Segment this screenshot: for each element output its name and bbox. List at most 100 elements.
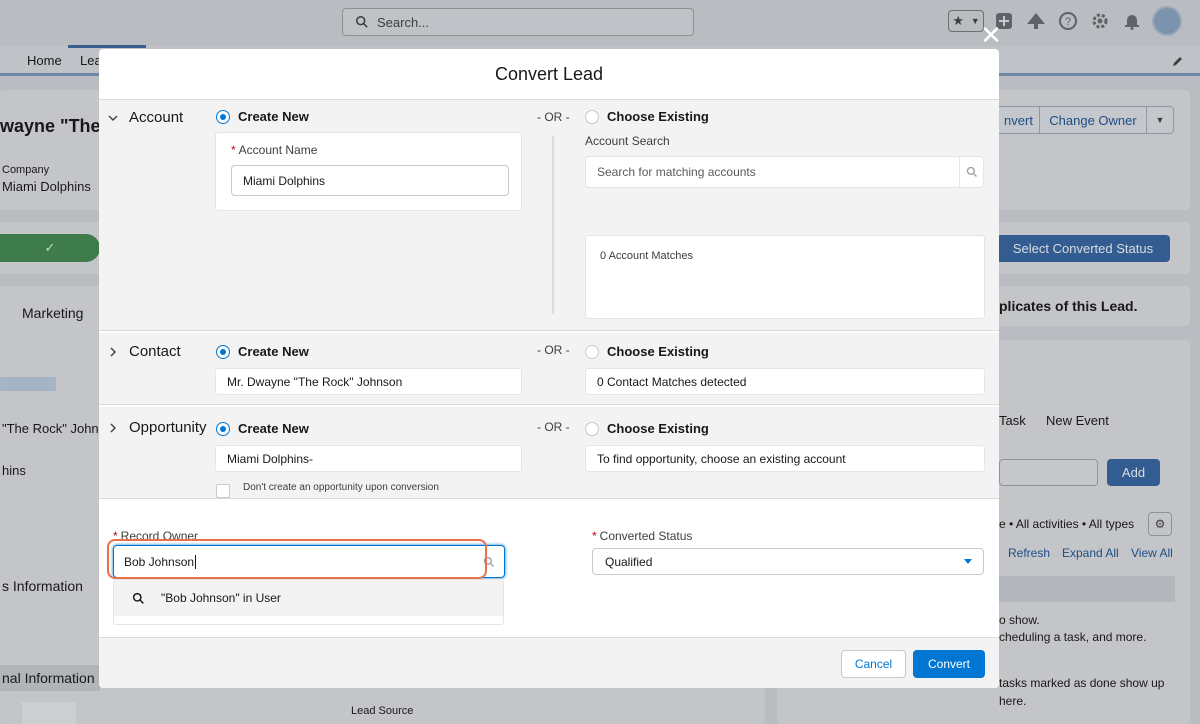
select-converted-status-label: Select Converted Status (1012, 241, 1154, 256)
contact-matches-text: 0 Contact Matches detected (597, 374, 747, 389)
account-name-input[interactable]: Miami Dolphins (231, 165, 509, 196)
global-header: Search... ★ ▼ ? (0, 0, 1200, 46)
search-icon (966, 166, 977, 177)
notifications-button[interactable] (1120, 9, 1144, 33)
activity-filter-text: e • All activities • All types (999, 517, 1135, 531)
expand-all-link[interactable]: Expand All (1062, 546, 1119, 560)
help-icon: ? (1059, 12, 1077, 30)
required-marker: * (592, 529, 597, 543)
close-icon: ✕ (980, 20, 1002, 50)
no-opportunity-checkbox[interactable] (216, 484, 230, 498)
activity-input[interactable] (999, 459, 1098, 486)
contact-create-new-radio[interactable]: Create New (216, 344, 309, 359)
star-icon: ★ (952, 13, 964, 28)
tasks-done-text: tasks marked as done show up (999, 676, 1165, 690)
required-marker: * (231, 143, 236, 157)
modal-header: Convert Lead (99, 49, 999, 100)
change-owner-button[interactable]: Change Owner (1039, 106, 1147, 134)
global-search-placeholder: Search... (377, 14, 430, 30)
new-event-tab[interactable]: New Event (1046, 413, 1109, 428)
opportunity-section-toggle[interactable]: Opportunity (107, 419, 207, 436)
radio-unselected (585, 421, 599, 436)
caret-down-icon (964, 559, 972, 564)
opportunity-create-new-radio[interactable]: Create New (216, 421, 309, 436)
global-search[interactable]: Search... (342, 8, 694, 36)
record-owner-input[interactable]: Bob Johnson (113, 545, 505, 578)
nav-item-home[interactable]: Home (27, 53, 62, 68)
bell-icon (1125, 15, 1139, 30)
gear-icon: ⚙ (1154, 517, 1166, 531)
account-create-new-radio[interactable]: Create New (216, 109, 309, 124)
cancel-button[interactable]: Cancel (841, 650, 906, 678)
account-search-input[interactable]: Search for matching accounts (585, 156, 984, 188)
opportunity-name-field[interactable]: Miami Dolphins- (215, 445, 522, 472)
add-activity-label: Add (1121, 465, 1146, 480)
add-activity-button[interactable]: Add (1107, 459, 1160, 486)
opportunity-section-label: Opportunity (129, 419, 207, 436)
filter-settings-button[interactable]: ⚙ (1148, 512, 1172, 536)
converted-status-select[interactable]: Qualified (592, 548, 984, 575)
marketing-tab[interactable]: Marketing (22, 305, 83, 321)
contact-section-toggle[interactable]: Contact (107, 343, 181, 360)
search-icon (355, 15, 368, 28)
account-section: Account Create New - OR - Choose Existin… (99, 100, 999, 331)
duplicates-text: plicates of this Lead. (999, 298, 1138, 314)
user-avatar[interactable] (1152, 6, 1182, 36)
account-name-label: * Account Name (231, 143, 317, 157)
account-section-toggle[interactable]: Account (107, 109, 183, 126)
view-all-link[interactable]: View All (1131, 546, 1173, 560)
account-search-placeholder: Search for matching accounts (597, 165, 756, 179)
radio-unselected (585, 109, 599, 124)
or-separator: - OR - (537, 420, 570, 434)
owner-status-area: * Record Owner Bob Johnson "Bob Johnson" … (99, 499, 999, 637)
modal-close-button[interactable]: ✕ (980, 22, 1002, 48)
section-information-fragment: s Information (2, 578, 83, 594)
radio-selected (216, 421, 230, 436)
required-marker: * (113, 529, 118, 543)
convert-button[interactable]: Convert (913, 650, 985, 678)
company-value: Miami Dolphins (2, 179, 91, 194)
account-name-value: Miami Dolphins (243, 173, 326, 188)
select-converted-status-button[interactable]: Select Converted Status (996, 235, 1170, 262)
section-divider (552, 136, 554, 314)
path-step-completed[interactable]: ✓ (0, 234, 100, 262)
contact-new-name-field[interactable]: Mr. Dwayne "The Rock" Johnson (215, 368, 522, 395)
help-button[interactable]: ? (1056, 9, 1080, 33)
owner-suggestion-item[interactable]: "Bob Johnson" in User (114, 580, 503, 616)
more-actions-button[interactable]: ▼ (1146, 106, 1174, 134)
edit-pencil-icon[interactable] (1172, 55, 1184, 67)
company-fragment: hins (2, 463, 26, 478)
refresh-link[interactable]: Refresh (1008, 546, 1050, 560)
opportunity-name-value: Miami Dolphins- (227, 451, 314, 466)
opportunity-section: Opportunity Create New - OR - Choose Exi… (99, 407, 999, 499)
converted-status-label-text: Converted Status (599, 529, 693, 543)
convert-lead-modal: Convert Lead Account Create New - OR - C… (99, 49, 999, 688)
account-choose-existing-radio[interactable]: Choose Existing (585, 109, 709, 124)
search-icon (132, 592, 144, 604)
create-new-label: Create New (238, 109, 309, 124)
convert-button-label: Convert (927, 657, 971, 671)
create-new-label: Create New (238, 344, 309, 359)
opportunity-existing-hint-field: To find opportunity, choose an existing … (585, 445, 985, 472)
cancel-button-label: Cancel (854, 657, 893, 671)
setup-button[interactable] (1088, 9, 1112, 33)
lead-source-label: Lead Source (351, 705, 414, 717)
new-task-tab-fragment[interactable]: Task (999, 413, 1026, 428)
trailhead-button[interactable] (1024, 9, 1048, 33)
blurred-field (0, 377, 56, 391)
create-new-label: Create New (238, 421, 309, 436)
favorites-button[interactable]: ★ ▼ (948, 10, 984, 32)
contact-choose-existing-radio[interactable]: Choose Existing (585, 344, 709, 359)
checkmark-icon: ✓ (44, 240, 56, 255)
account-new-card: * Account Name Miami Dolphins (215, 132, 522, 211)
change-owner-label: Change Owner (1049, 112, 1137, 128)
gear-icon (1092, 13, 1108, 29)
convert-button-bg[interactable]: nvert (996, 106, 1040, 134)
tasks-done-text-2: here. (999, 694, 1027, 708)
choose-existing-label: Choose Existing (607, 344, 709, 359)
account-search-button[interactable] (959, 157, 983, 187)
modal-title: Convert Lead (494, 63, 604, 84)
scheduling-hint-text: cheduling a task, and more. (999, 630, 1147, 644)
trailhead-icon (1027, 13, 1045, 29)
opportunity-choose-existing-radio[interactable]: Choose Existing (585, 421, 709, 436)
